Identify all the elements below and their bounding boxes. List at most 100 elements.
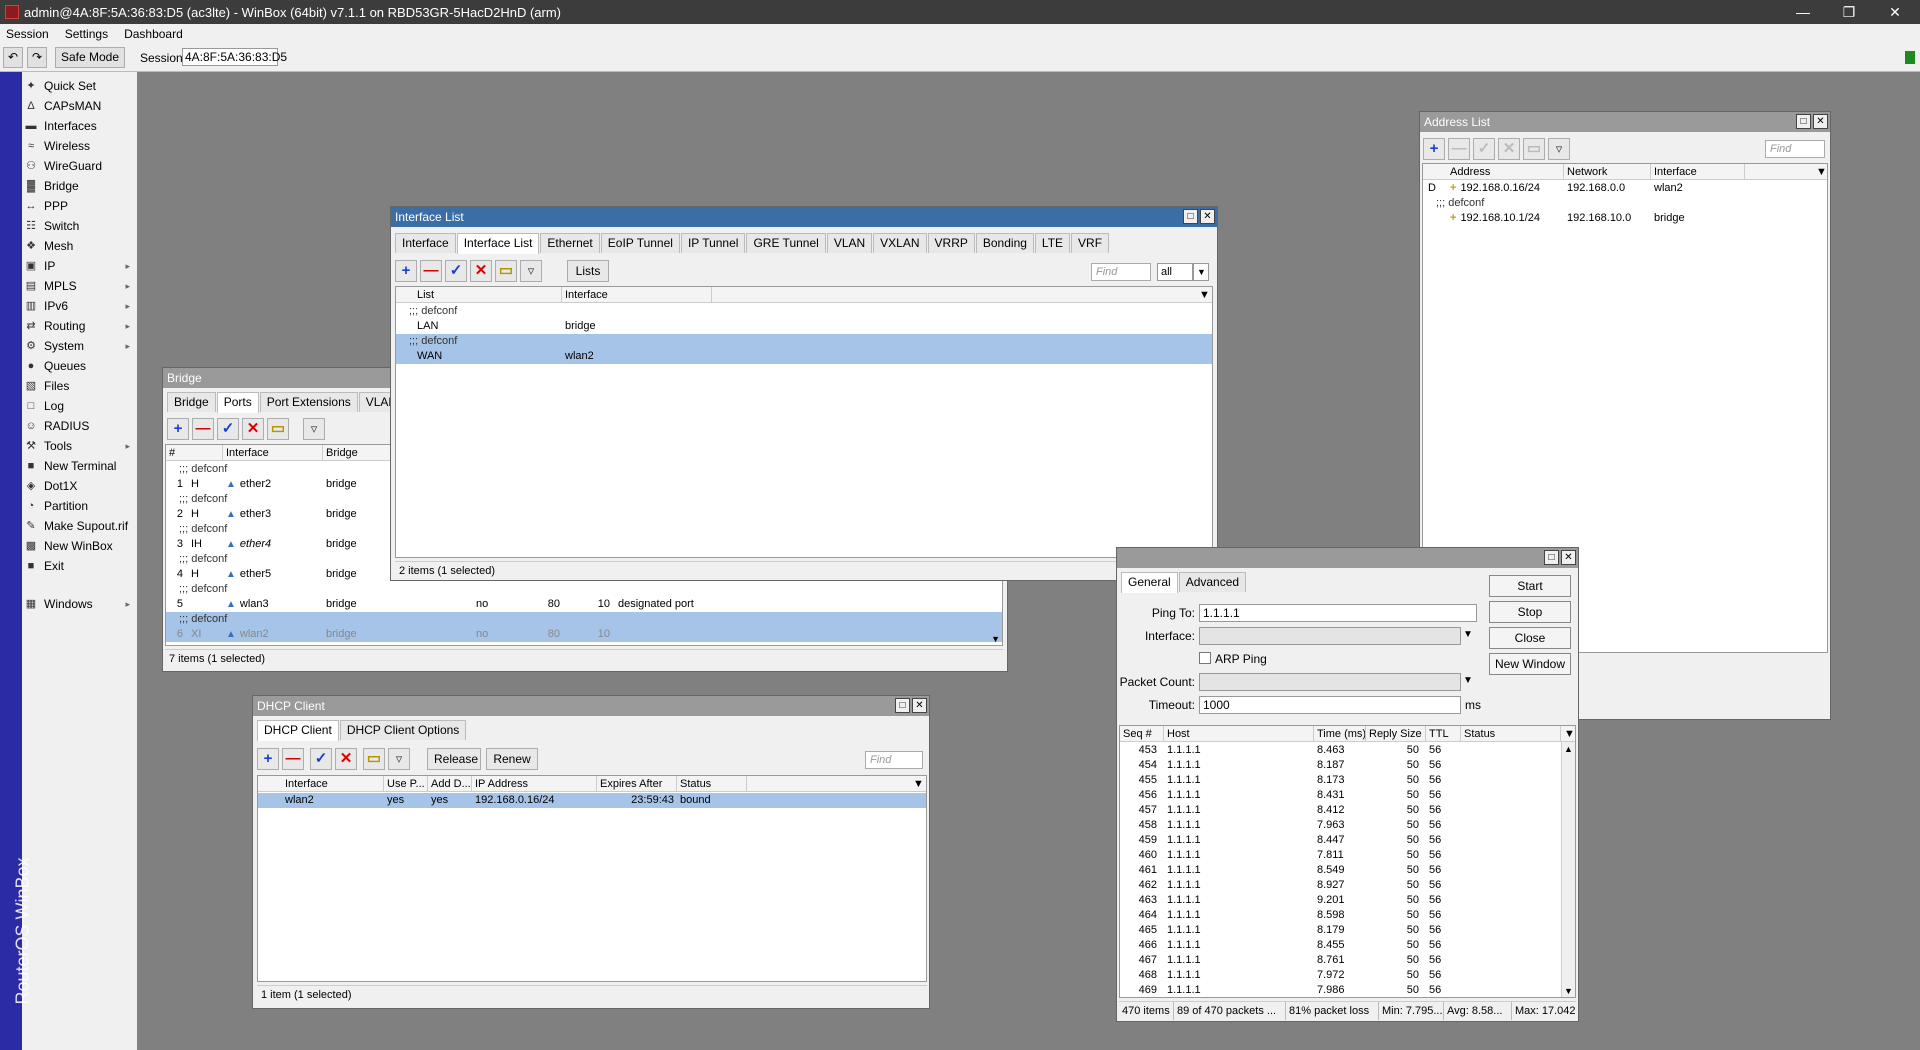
sidebar-item-switch[interactable]: ☷ Switch: [24, 216, 134, 236]
table-row[interactable]: +192.168.10.1/24 192.168.10.0 bridge: [1423, 211, 1827, 226]
sidebar-item-dot1x[interactable]: ◈ Dot1X: [24, 476, 134, 496]
filter-icon[interactable]: ▿: [520, 260, 542, 282]
safe-mode-button[interactable]: Safe Mode: [55, 47, 125, 68]
sidebar-item-new-terminal[interactable]: ■ New Terminal: [24, 456, 134, 476]
tab-bonding[interactable]: Bonding: [975, 233, 1034, 253]
tab-eoip-tunnel[interactable]: EoIP Tunnel: [600, 233, 680, 253]
table-row[interactable]: 468 1.1.1.1 7.972 50 56: [1120, 968, 1561, 983]
table-row[interactable]: wlan2 yes yes 192.168.0.16/24 23:59:43 bound: [258, 793, 926, 808]
table-row[interactable]: 459 1.1.1.1 8.447 50 56: [1120, 833, 1561, 848]
sidebar-item-ip[interactable]: ▣ IP ▸: [24, 256, 134, 276]
add-button[interactable]: +: [395, 260, 417, 282]
sidebar-item-log[interactable]: □ Log: [24, 396, 134, 416]
lists-button[interactable]: Lists: [567, 260, 609, 282]
col-interface[interactable]: Interface: [562, 287, 712, 303]
col-status[interactable]: Status: [1461, 726, 1561, 742]
add-button[interactable]: +: [1423, 138, 1445, 160]
restore-icon[interactable]: ❐: [1826, 0, 1872, 24]
ping-to-input[interactable]: 1.1.1.1: [1199, 604, 1477, 622]
sidebar-item-make-supout-rif[interactable]: ✎ Make Supout.rif: [24, 516, 134, 536]
scroll-down-icon[interactable]: ▼: [991, 634, 1000, 644]
tab-bridge[interactable]: Bridge: [167, 392, 216, 412]
session-field[interactable]: 4A:8F:5A:36:83:D5: [182, 48, 287, 66]
table-row[interactable]: 457 1.1.1.1 8.412 50 56: [1120, 803, 1561, 818]
dhcp-client-titlebar[interactable]: DHCP Client □ ✕: [253, 696, 929, 716]
table-row[interactable]: ;;; defconf: [166, 582, 1002, 597]
maximize-icon[interactable]: □: [895, 698, 910, 713]
tab-gre-tunnel[interactable]: GRE Tunnel: [746, 233, 826, 253]
col-status[interactable]: Status: [677, 776, 747, 792]
column-menu-icon[interactable]: ▼: [1561, 726, 1575, 742]
find-input[interactable]: Find: [1765, 140, 1825, 158]
sidebar-item-ipv6[interactable]: ▥ IPv6 ▸: [24, 296, 134, 316]
comment-button[interactable]: ▭: [363, 748, 385, 770]
enable-button[interactable]: ✓: [217, 418, 239, 440]
table-row[interactable]: ;;; defconf: [1423, 196, 1827, 211]
table-row[interactable]: 464 1.1.1.1 8.598 50 56: [1120, 908, 1561, 923]
menu-session[interactable]: Session: [6, 27, 49, 41]
column-menu-icon[interactable]: ▼: [1196, 287, 1212, 303]
filter-icon[interactable]: ▿: [303, 418, 325, 440]
tab-port-extensions[interactable]: Port Extensions: [259, 392, 358, 412]
interface-list-titlebar[interactable]: Interface List □ ✕: [391, 207, 1217, 227]
filter-icon[interactable]: ▿: [388, 748, 410, 770]
table-row[interactable]: 454 1.1.1.1 8.187 50 56: [1120, 758, 1561, 773]
disable-button[interactable]: ✕: [242, 418, 264, 440]
tab-advanced[interactable]: Advanced: [1178, 572, 1247, 592]
filter-icon[interactable]: ▿: [1548, 138, 1570, 160]
sidebar-item-radius[interactable]: ☺ RADIUS: [24, 416, 134, 436]
enable-button[interactable]: ✓: [445, 260, 467, 282]
packet-count-input[interactable]: [1199, 673, 1461, 691]
sidebar-item-ppp[interactable]: ↔ PPP: [24, 196, 134, 216]
tab-general[interactable]: General: [1121, 572, 1178, 593]
col-ip-address[interactable]: IP Address: [472, 776, 597, 792]
undo-icon[interactable]: ↶: [3, 47, 23, 68]
table-row[interactable]: 466 1.1.1.1 8.455 50 56: [1120, 938, 1561, 953]
sidebar-item-wireless[interactable]: ≈ Wireless: [24, 136, 134, 156]
col-reply-size[interactable]: Reply Size: [1366, 726, 1426, 742]
col-add-default[interactable]: Add D...: [428, 776, 472, 792]
col-address[interactable]: Address: [1447, 164, 1564, 180]
col-seq[interactable]: Seq #: [1120, 726, 1164, 742]
find-input[interactable]: Find: [865, 751, 923, 769]
table-row[interactable]: 467 1.1.1.1 8.761 50 56: [1120, 953, 1561, 968]
remove-button[interactable]: —: [1448, 138, 1470, 160]
tab-dhcp-client[interactable]: DHCP Client: [257, 720, 339, 741]
scroll-top-icon[interactable]: ▲: [1564, 744, 1573, 754]
comment-button[interactable]: ▭: [1523, 138, 1545, 160]
comment-button[interactable]: ▭: [495, 260, 517, 282]
minimize-icon[interactable]: —: [1780, 0, 1826, 24]
sidebar-item-routing[interactable]: ⇄ Routing ▸: [24, 316, 134, 336]
interface-dropdown-icon[interactable]: ▼: [1463, 629, 1473, 640]
tab-ip-tunnel[interactable]: IP Tunnel: [680, 233, 746, 253]
table-row[interactable]: 461 1.1.1.1 8.549 50 56: [1120, 863, 1561, 878]
sidebar-item-mesh[interactable]: ❖ Mesh: [24, 236, 134, 256]
release-button[interactable]: Release: [427, 748, 481, 770]
timeout-input[interactable]: 1000: [1199, 696, 1461, 714]
col-ttl[interactable]: TTL: [1426, 726, 1461, 742]
scroll-down-icon[interactable]: ▼: [1564, 986, 1573, 996]
ping-scrollbar[interactable]: ▲ ▼: [1561, 742, 1575, 997]
col-interface[interactable]: Interface: [223, 445, 323, 461]
filter-select[interactable]: all: [1157, 263, 1193, 281]
close-icon[interactable]: ✕: [1872, 0, 1918, 24]
sidebar-item-interfaces[interactable]: ▬ Interfaces: [24, 116, 134, 136]
close-window-icon[interactable]: ✕: [1561, 550, 1576, 565]
table-row[interactable]: 6 XI ▲ wlan2 bridge no 80 10: [166, 627, 1002, 642]
col-number[interactable]: #: [166, 445, 223, 461]
sidebar-item-mpls[interactable]: ▤ MPLS ▸: [24, 276, 134, 296]
column-menu-icon[interactable]: ▼: [1813, 164, 1827, 180]
sidebar-item-partition[interactable]: ◔ Partition: [24, 496, 134, 516]
disable-button[interactable]: ✕: [470, 260, 492, 282]
sidebar-item-new-winbox[interactable]: ▩ New WinBox: [24, 536, 134, 556]
menu-dashboard[interactable]: Dashboard: [124, 27, 183, 41]
table-row[interactable]: 455 1.1.1.1 8.173 50 56: [1120, 773, 1561, 788]
tab-interface-list[interactable]: Interface List: [456, 233, 540, 254]
col-interface[interactable]: Interface: [282, 776, 384, 792]
disable-button[interactable]: ✕: [1498, 138, 1520, 160]
table-row[interactable]: 465 1.1.1.1 8.179 50 56: [1120, 923, 1561, 938]
sidebar-item-bridge[interactable]: ▓ Bridge: [24, 176, 134, 196]
tab-lte[interactable]: LTE: [1034, 233, 1071, 253]
new-window-button[interactable]: New Window: [1489, 653, 1571, 675]
tab-vxlan[interactable]: VXLAN: [873, 233, 927, 253]
